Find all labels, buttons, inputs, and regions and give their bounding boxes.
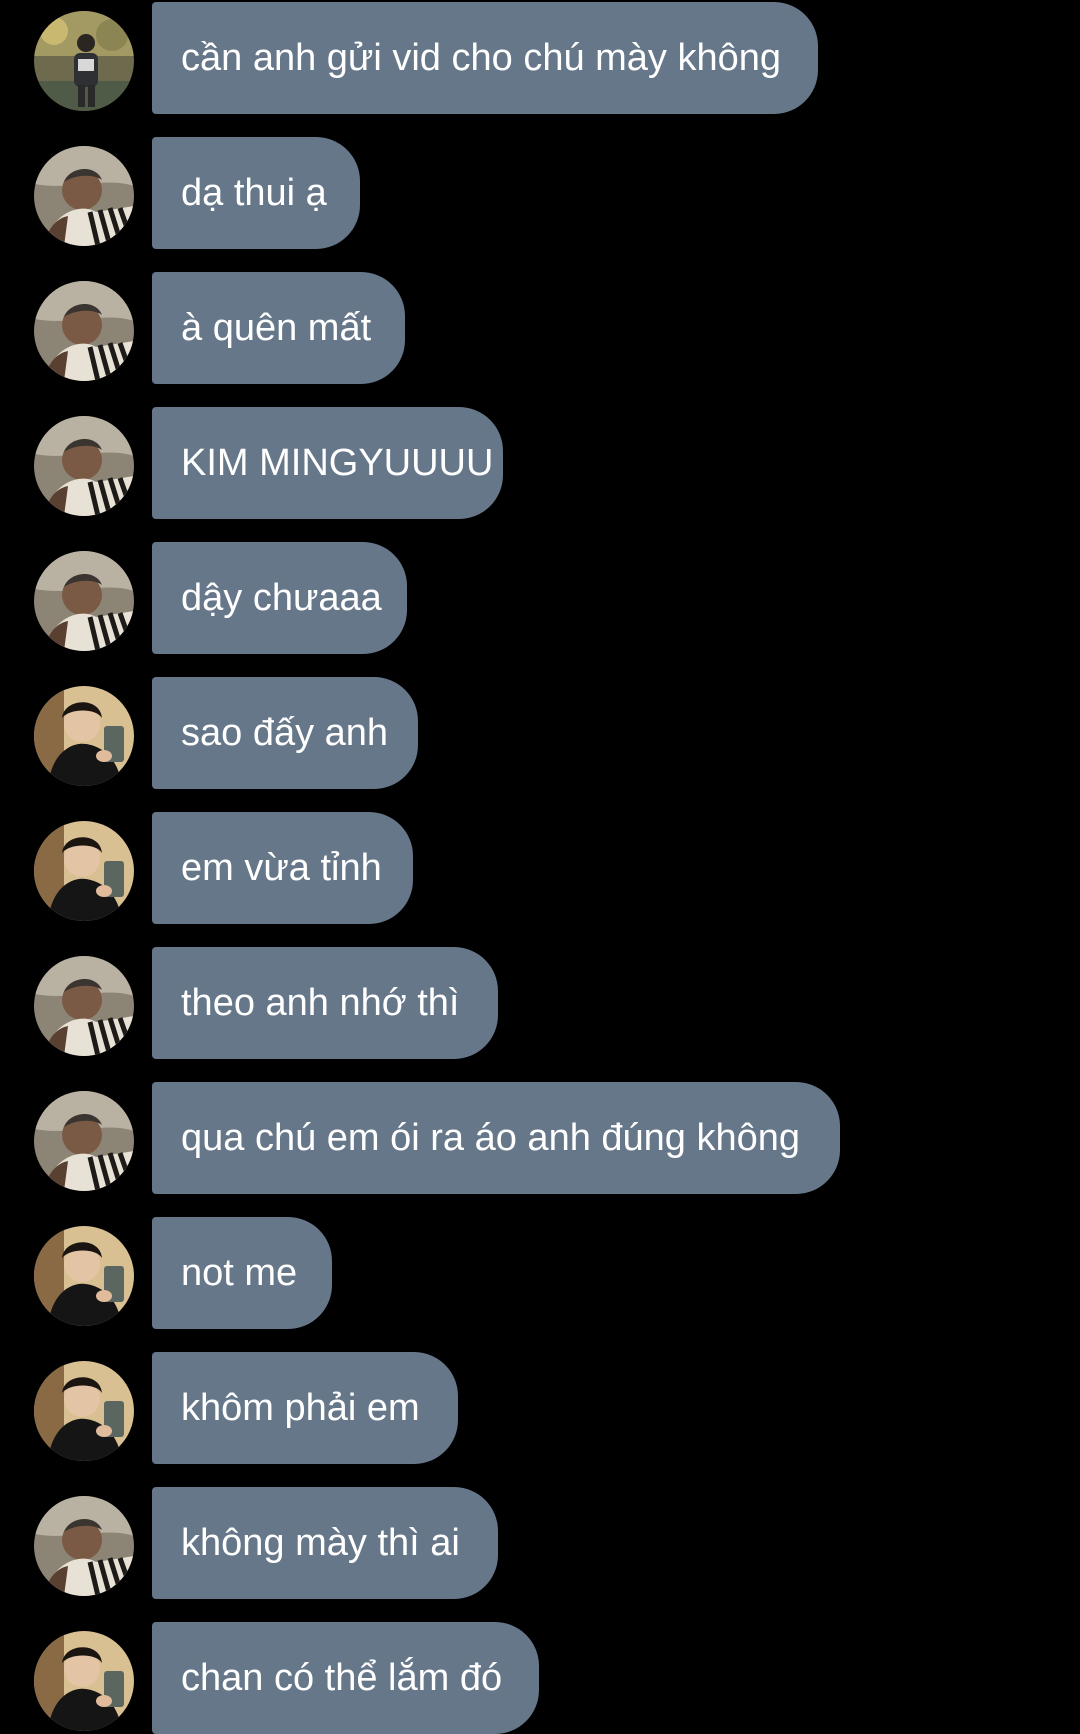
message-bubble[interactable]: chan có thể lắm đó bbox=[152, 1622, 539, 1734]
avatar-image bbox=[34, 1361, 134, 1461]
avatar-image bbox=[34, 146, 134, 246]
sender-avatar[interactable] bbox=[34, 1496, 134, 1596]
message-bubble[interactable]: theo anh nhớ thì bbox=[152, 947, 498, 1059]
avatar-image bbox=[34, 686, 134, 786]
message-bubble[interactable]: KIM MINGYUUUU bbox=[152, 407, 503, 519]
message-row: sao đấy anh bbox=[0, 677, 1080, 789]
sender-avatar[interactable] bbox=[34, 1091, 134, 1191]
avatar-image bbox=[34, 1496, 134, 1596]
avatar-image bbox=[34, 956, 134, 1056]
message-row: không mày thì ai bbox=[0, 1487, 1080, 1599]
message-bubble[interactable]: dậy chưaaa bbox=[152, 542, 407, 654]
avatar-image bbox=[34, 821, 134, 921]
sender-avatar[interactable] bbox=[34, 551, 134, 651]
chat-message-list[interactable]: cần anh gửi vid cho chú mày không dạ thu… bbox=[0, 0, 1080, 1734]
sender-avatar[interactable] bbox=[34, 1226, 134, 1326]
sender-avatar[interactable] bbox=[34, 1631, 134, 1731]
avatar-image bbox=[34, 281, 134, 381]
message-bubble[interactable]: em vừa tỉnh bbox=[152, 812, 413, 924]
message-row: not me bbox=[0, 1217, 1080, 1329]
message-bubble[interactable]: sao đấy anh bbox=[152, 677, 418, 789]
avatar-image bbox=[34, 551, 134, 651]
avatar-image bbox=[34, 1091, 134, 1191]
message-row: em vừa tỉnh bbox=[0, 812, 1080, 924]
message-row: khôm phải em bbox=[0, 1352, 1080, 1464]
message-row: KIM MINGYUUUU bbox=[0, 407, 1080, 519]
message-row: dạ thui ạ bbox=[0, 137, 1080, 249]
avatar-image bbox=[34, 11, 134, 111]
sender-avatar[interactable] bbox=[34, 416, 134, 516]
sender-avatar[interactable] bbox=[34, 821, 134, 921]
message-bubble[interactable]: không mày thì ai bbox=[152, 1487, 498, 1599]
message-bubble[interactable]: à quên mất bbox=[152, 272, 405, 384]
message-bubble[interactable]: dạ thui ạ bbox=[152, 137, 360, 249]
message-bubble[interactable]: khôm phải em bbox=[152, 1352, 458, 1464]
message-bubble[interactable]: not me bbox=[152, 1217, 332, 1329]
avatar-image bbox=[34, 1631, 134, 1731]
message-row: qua chú em ói ra áo anh đúng không bbox=[0, 1082, 1080, 1194]
message-row: chan có thể lắm đó bbox=[0, 1622, 1080, 1734]
avatar-image bbox=[34, 1226, 134, 1326]
sender-avatar[interactable] bbox=[34, 956, 134, 1056]
message-bubble[interactable]: cần anh gửi vid cho chú mày không bbox=[152, 2, 818, 114]
sender-avatar[interactable] bbox=[34, 1361, 134, 1461]
sender-avatar[interactable] bbox=[34, 686, 134, 786]
sender-avatar[interactable] bbox=[34, 11, 134, 111]
message-row: theo anh nhớ thì bbox=[0, 947, 1080, 1059]
sender-avatar[interactable] bbox=[34, 146, 134, 246]
message-row: dậy chưaaa bbox=[0, 542, 1080, 654]
message-row: à quên mất bbox=[0, 272, 1080, 384]
sender-avatar[interactable] bbox=[34, 281, 134, 381]
message-bubble[interactable]: qua chú em ói ra áo anh đúng không bbox=[152, 1082, 840, 1194]
message-row: cần anh gửi vid cho chú mày không bbox=[0, 2, 1080, 114]
avatar-image bbox=[34, 416, 134, 516]
